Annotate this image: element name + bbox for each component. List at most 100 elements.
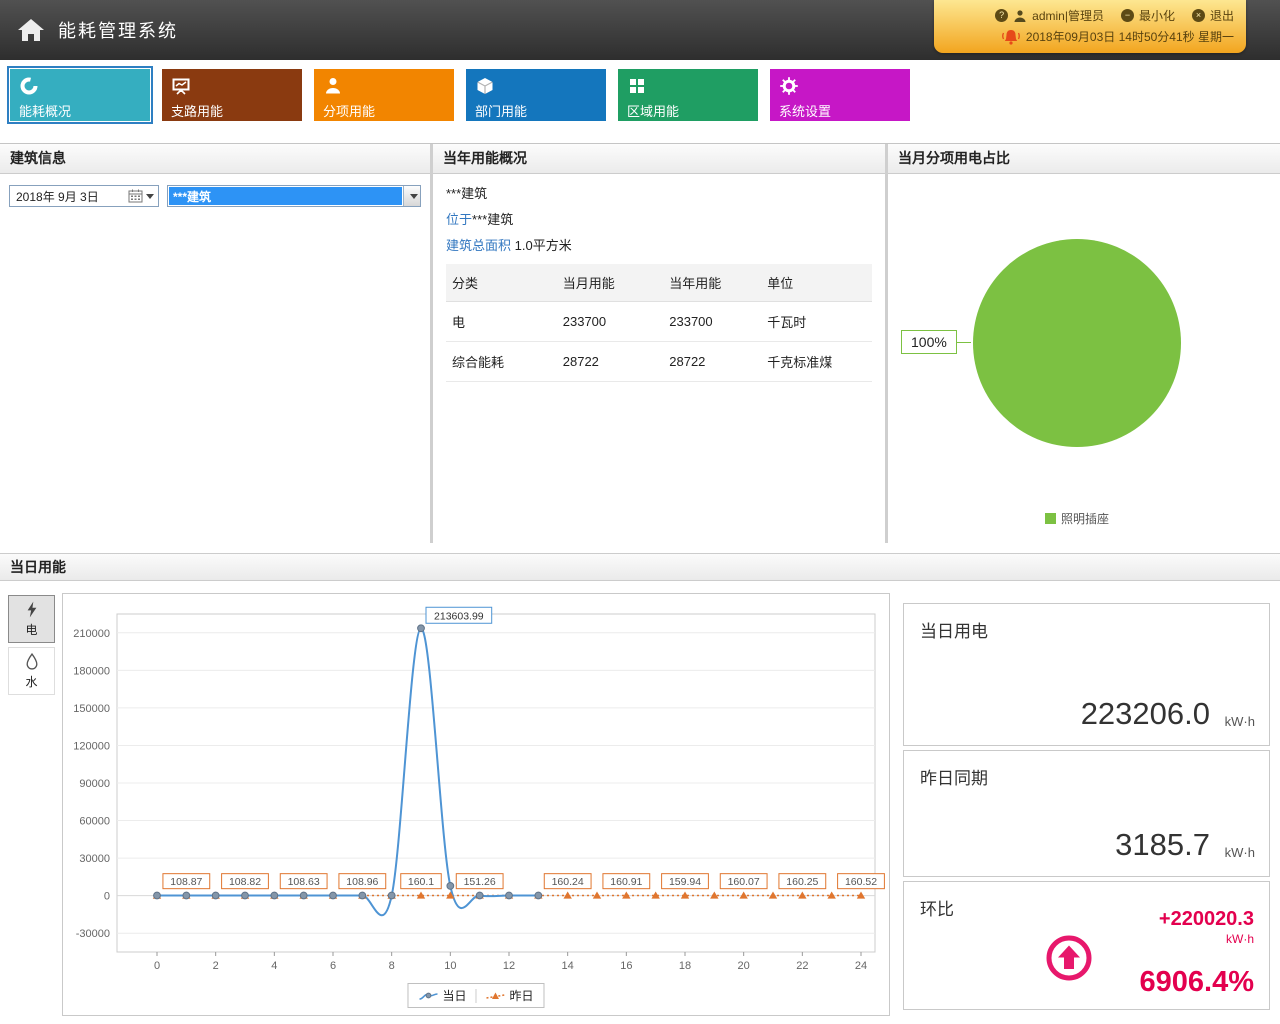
svg-text:12: 12 [503,960,515,972]
nav-tile-subitem-energy[interactable]: 分项用能 [314,69,454,121]
up-arrow-icon [1046,935,1092,981]
minimize-icon[interactable]: − [1121,9,1134,22]
user-row: ? admin|管理员 − 最小化 × 退出 [946,5,1234,26]
svg-text:159.94: 159.94 [669,876,701,888]
stat-label: 当日用电 [904,604,1269,642]
legend-item-yesterday[interactable]: 昨日 [486,987,534,1004]
help-icon[interactable]: ? [995,9,1008,22]
svg-text:90000: 90000 [79,778,110,790]
stat-percent: 6906.4% [1140,966,1255,999]
daily-energy-header: 当日用能 [0,553,1280,581]
svg-text:60000: 60000 [79,816,110,828]
svg-text:150000: 150000 [73,703,110,715]
stat-unit: kW·h [1226,932,1254,946]
svg-text:213603.99: 213603.99 [434,610,484,622]
tab-label: 电 [25,621,37,638]
stat-value: 223206.0 [1081,696,1210,732]
user-panel: ? admin|管理员 − 最小化 × 退出 2018年09月03日 14时50… [934,0,1246,53]
date-picker-value: 2018年 9月 3日 [16,188,128,205]
legend-item-label: 昨日 [510,987,534,1004]
datetime-text: 2018年09月03日 14时50分41秒 星期一 [1026,28,1234,45]
nav-tile-label: 系统设置 [779,101,901,120]
date-caret-icon[interactable] [146,194,154,199]
user-name: admin|管理员 [1032,7,1104,24]
logout-icon[interactable]: × [1192,9,1205,22]
chart-legend: 当日 昨日 [407,983,544,1008]
nav-tile-branch-energy[interactable]: 支路用能 [162,69,302,121]
water-drop-icon [25,652,39,671]
location-link[interactable]: 位于 [446,212,472,227]
cube-icon [475,76,597,96]
building-info-controls: 2018年 9月 3日 ***建筑 [0,174,430,218]
gear-icon [779,76,901,96]
tab-water[interactable]: 水 [8,647,55,695]
svg-text:108.82: 108.82 [229,876,261,888]
lightning-icon [25,600,39,619]
calendar-icon[interactable] [128,189,143,203]
svg-text:10: 10 [444,960,456,972]
svg-text:210000: 210000 [73,628,110,640]
nav-tile-label: 能耗概况 [19,101,141,120]
table-header-row: 分类 当月用能 当年用能 单位 [446,264,872,302]
location-value: ***建筑 [472,212,513,227]
main-nav: 能耗概况 支路用能 分项用能 部门用能 区域用能 [0,60,1280,143]
nav-tile-department-energy[interactable]: 部门用能 [466,69,606,121]
legend-item-today[interactable]: 当日 [418,987,466,1004]
person-icon [323,76,445,96]
stat-unit: kW·h [1225,845,1255,860]
app-title: 能耗管理系统 [58,17,178,43]
nav-tile-label: 分项用能 [323,101,445,120]
svg-text:24: 24 [855,960,867,972]
svg-text:160.24: 160.24 [552,876,584,888]
minimize-label[interactable]: 最小化 [1139,7,1175,24]
col-year: 当年用能 [663,264,761,302]
svg-text:160.91: 160.91 [610,876,642,888]
pie-legend[interactable]: 照明插座 [1045,510,1109,527]
pie-chart [973,239,1181,447]
cell-category: 综合能耗 [446,342,557,382]
alarm-bell-icon [1001,28,1021,46]
user-icon [1013,9,1027,23]
date-picker[interactable]: 2018年 9月 3日 [9,185,159,207]
cell-month: 28722 [557,342,664,382]
logout-label[interactable]: 退出 [1210,7,1234,24]
legend-item-label: 当日 [442,987,466,1004]
nav-tile-energy-overview[interactable]: 能耗概况 [10,69,150,121]
svg-text:0: 0 [154,960,160,972]
main-panels-row: 建筑信息 2018年 9月 3日 ***建筑 [0,143,1280,543]
cell-unit: 千瓦时 [761,302,872,342]
tab-electricity[interactable]: 电 [8,595,55,643]
nav-tile-area-energy[interactable]: 区域用能 [618,69,758,121]
grid-icon [627,76,749,96]
svg-text:108.96: 108.96 [346,876,378,888]
svg-text:14: 14 [562,960,574,972]
svg-text:160.52: 160.52 [845,876,877,888]
svg-text:8: 8 [389,960,395,972]
app-header: 能耗管理系统 ? admin|管理员 − 最小化 × 退出 [0,0,1280,60]
easel-chart-icon [171,76,293,96]
col-month: 当月用能 [557,264,664,302]
area-link[interactable]: 建筑总面积 [446,238,511,253]
building-name: ***建筑 [446,183,872,202]
nav-tile-label: 区域用能 [627,101,749,120]
select-dropdown-button[interactable] [403,186,420,206]
nav-tile-system-settings[interactable]: 系统设置 [770,69,910,121]
svg-text:160.1: 160.1 [408,876,434,888]
energy-table: 分类 当月用能 当年用能 单位 电 233700 233700 千瓦时 综合能耗 [446,264,872,382]
chevron-down-icon [410,194,418,199]
year-overview-panel: 当年用能概况 ***建筑 位于***建筑 建筑总面积 1.0平方米 分类 当月用… [433,144,885,543]
daily-energy-section: 电 水 -30000030000600009000012000015000018… [0,581,1280,1024]
area-value: 1.0平方米 [515,238,572,253]
legend-label: 照明插座 [1061,510,1109,527]
svg-text:20: 20 [738,960,750,972]
cell-month: 233700 [557,302,664,342]
stat-unit: kW·h [1225,714,1255,729]
donut-chart-icon [19,76,141,96]
home-icon[interactable] [16,17,46,43]
building-select[interactable]: ***建筑 [167,185,421,207]
col-category: 分类 [446,264,557,302]
stats-column: 当日用电 223206.0 kW·h 昨日同期 3185.7 kW·h 环比 +… [903,603,1270,1014]
line-chart-canvas: -300000300006000090000120000150000180000… [63,594,889,986]
svg-text:180000: 180000 [73,665,110,677]
pie-panel-title: 当月分项用电占比 [888,144,1280,174]
